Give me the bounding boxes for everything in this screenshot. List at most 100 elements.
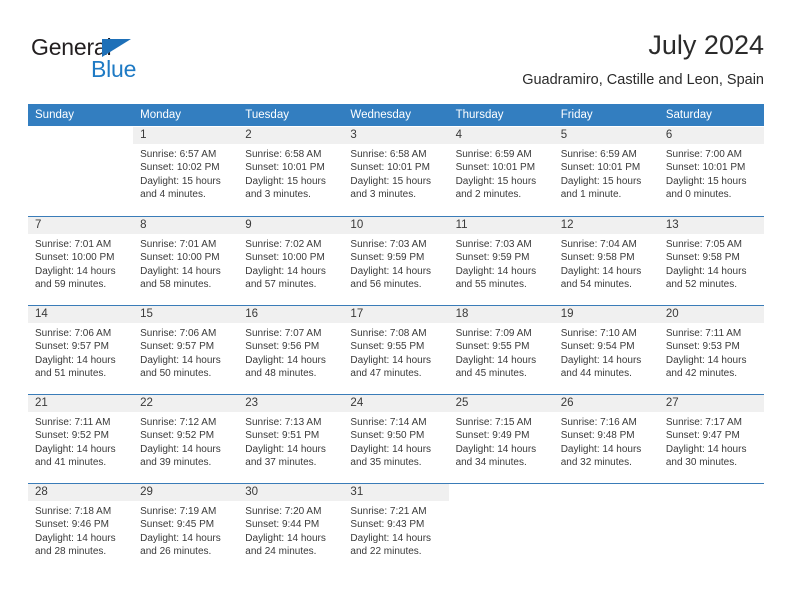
calendar-day-cell[interactable]: 9 Sunrise: 7:02 AM Sunset: 10:00 PM Dayligh… [238,216,344,304]
sunrise-text: Sunrise: 7:03 AM [350,239,427,250]
calendar-day-cell[interactable]: 25 Sunrise: 7:15 AM Sunset: 9:49 PM Dayligh… [448,394,554,482]
day-details: Sunrise: 7:09 AM Sunset: 9:55 PM Daylight:… [449,323,554,381]
calendar-day-cell[interactable]: 31 Sunrise: 7:21 AM Sunset: 9:43 PM Dayligh… [343,483,449,571]
calendar-day-cell[interactable]: 7 Sunrise: 7:01 AM Sunset: 10:00 PM Dayligh… [28,216,134,304]
daylight-text-line2: and 56 minutes. [350,279,422,291]
calendar-day-cell[interactable]: 19 Sunrise: 7:10 AM Sunset: 9:54 PM Dayligh… [553,305,659,393]
calendar-day-cell[interactable]: 8 Sunrise: 7:01 AM Sunset: 10:00 PM Dayligh… [133,216,239,304]
sunrise-text: Sunrise: 7:10 AM [560,328,637,339]
calendar-day-cell[interactable]: 18 Sunrise: 7:09 AM Sunset: 9:55 PM Dayligh… [448,305,554,393]
calendar-day-cell[interactable]: 1 Sunrise: 6:57 AM Sunset: 10:02 PM Dayligh… [133,127,239,215]
daylight-text-line1: Daylight: 14 hours [560,354,642,366]
day-details: Sunrise: 7:20 AM Sunset: 9:44 PM Daylight:… [238,501,343,559]
calendar-header-row: Sunday Monday Tuesday Wednesday Thursday Frid… [28,104,764,127]
daylight-text-line1: Daylight: 15 hours [560,175,642,187]
calendar-day-cell[interactable]: 5 Sunrise: 6:59 AM Sunset: 10:01 PM Dayligh… [553,127,659,215]
calendar-cell-container: 12 Sunrise: 7:04 AM Sunset: 9:58 PM Dayligh… [553,215,659,305]
daylight-text-line2: and 3 minutes. [245,189,311,201]
daylight-text-line2: and 48 minutes. [245,368,317,380]
daylight-text-line1: Daylight: 14 hours [350,443,432,455]
day-number: 1 [133,127,239,144]
calendar-cell-container: 14 Sunrise: 7:06 AM Sunset: 9:57 PM Dayligh… [28,304,134,394]
weekday-header-saturday: Saturday [658,104,764,127]
sunrise-text: Sunrise: 7:11 AM [665,328,742,339]
calendar-day-cell[interactable]: 17 Sunrise: 7:08 AM Sunset: 9:55 PM Dayligh… [343,305,449,393]
day-number: 11 [448,217,554,234]
calendar-day-cell[interactable]: 4 Sunrise: 6:59 AM Sunset: 10:01 PM Dayligh… [448,127,554,215]
daylight-text-line2: and 52 minutes. [665,279,738,291]
calendar-week-row: 21 Sunrise: 7:11 AM Sunset: 9:52 PM Dayligh… [28,393,764,483]
calendar-day-cell[interactable]: 28 Sunrise: 7:18 AM Sunset: 9:46 PM Dayligh… [28,483,134,571]
daylight-text-line1: Daylight: 14 hours [560,265,642,277]
calendar-day-cell-empty [553,483,659,571]
daylight-text-line2: and 55 minutes. [455,279,527,291]
calendar-cell-container [448,482,554,571]
day-number: 3 [343,127,449,144]
calendar-day-cell[interactable]: 10 Sunrise: 7:03 AM Sunset: 9:59 PM Dayligh… [343,216,449,304]
calendar-cell-container: 8 Sunrise: 7:01 AM Sunset: 10:00 PM Dayligh… [133,215,239,305]
calendar-day-cell[interactable]: 15 Sunrise: 7:06 AM Sunset: 9:57 PM Dayligh… [133,305,239,393]
day-number [449,484,554,501]
sunrise-text: Sunrise: 7:00 AM [665,149,742,160]
calendar-day-cell[interactable]: 22 Sunrise: 7:12 AM Sunset: 9:52 PM Dayligh… [133,394,239,482]
calendar-cell-container: 22 Sunrise: 7:12 AM Sunset: 9:52 PM Dayligh… [133,393,239,483]
calendar-day-cell[interactable]: 12 Sunrise: 7:04 AM Sunset: 9:58 PM Dayligh… [553,216,659,304]
calendar-day-cell[interactable]: 23 Sunrise: 7:13 AM Sunset: 9:51 PM Dayligh… [238,394,344,482]
sunrise-text: Sunrise: 7:09 AM [455,328,532,339]
sunset-text: Sunset: 9:50 PM [350,430,425,442]
day-details: Sunrise: 7:03 AM Sunset: 9:59 PM Daylight:… [449,234,554,292]
daylight-text-line1: Daylight: 14 hours [140,265,221,277]
day-number: 30 [238,484,344,501]
sunset-text: Sunset: 9:59 PM [455,252,530,264]
daylight-text-line1: Daylight: 14 hours [245,443,326,455]
day-number: 16 [238,306,344,323]
sunset-text: Sunset: 9:46 PM [35,519,109,531]
calendar-day-cell[interactable]: 11 Sunrise: 7:03 AM Sunset: 9:59 PM Dayligh… [448,216,554,304]
sunset-text: Sunset: 9:57 PM [140,341,215,353]
daylight-text-line1: Daylight: 14 hours [560,443,642,455]
day-number: 15 [133,306,239,323]
calendar-cell-container: 17 Sunrise: 7:08 AM Sunset: 9:55 PM Dayligh… [343,304,449,394]
daylight-text-line1: Daylight: 14 hours [665,443,747,455]
general-blue-logo[interactable]: General Blue [31,34,211,90]
sunrise-text: Sunrise: 7:15 AM [455,417,532,428]
daylight-text-line1: Daylight: 14 hours [665,354,747,366]
calendar-day-cell[interactable]: 27 Sunrise: 7:17 AM Sunset: 9:47 PM Dayligh… [658,394,764,482]
calendar-cell-container: 16 Sunrise: 7:07 AM Sunset: 9:56 PM Dayligh… [238,304,344,394]
calendar-day-cell[interactable]: 20 Sunrise: 7:11 AM Sunset: 9:53 PM Dayligh… [658,305,764,393]
calendar-day-cell[interactable]: 24 Sunrise: 7:14 AM Sunset: 9:50 PM Dayligh… [343,394,449,482]
daylight-text-line2: and 59 minutes. [35,279,107,291]
calendar-day-cell[interactable]: 13 Sunrise: 7:05 AM Sunset: 9:58 PM Dayligh… [658,216,764,304]
calendar-day-cell[interactable]: 26 Sunrise: 7:16 AM Sunset: 9:48 PM Dayligh… [553,394,659,482]
calendar-day-cell[interactable]: 6 Sunrise: 7:00 AM Sunset: 10:01 PM Dayligh… [658,127,764,215]
calendar-day-cell[interactable]: 30 Sunrise: 7:20 AM Sunset: 9:44 PM Dayligh… [238,483,344,571]
daylight-text-line2: and 41 minutes. [35,457,107,469]
sunset-text: Sunset: 9:53 PM [665,341,740,353]
calendar-cell-container: 6 Sunrise: 7:00 AM Sunset: 10:01 PM Dayligh… [658,126,764,216]
sunrise-text: Sunrise: 7:01 AM [35,239,112,250]
day-details: Sunrise: 7:14 AM Sunset: 9:50 PM Daylight:… [343,412,448,470]
calendar-cell-container: 29 Sunrise: 7:19 AM Sunset: 9:45 PM Dayligh… [133,482,239,571]
calendar-day-cell[interactable]: 21 Sunrise: 7:11 AM Sunset: 9:52 PM Dayligh… [28,394,134,482]
calendar-cell-container: 30 Sunrise: 7:20 AM Sunset: 9:44 PM Dayligh… [238,482,344,571]
sunrise-text: Sunrise: 7:04 AM [560,239,637,250]
sunset-text: Sunset: 9:49 PM [455,430,530,442]
day-number: 26 [553,395,659,412]
day-number: 9 [238,217,344,234]
calendar-day-cell[interactable]: 2 Sunrise: 6:58 AM Sunset: 10:01 PM Dayligh… [238,127,344,215]
calendar-day-cell[interactable]: 16 Sunrise: 7:07 AM Sunset: 9:56 PM Dayligh… [238,305,344,393]
calendar-cell-container: 28 Sunrise: 7:18 AM Sunset: 9:46 PM Dayligh… [28,482,134,571]
weekday-header-thursday: Thursday [448,104,554,127]
day-details: Sunrise: 7:13 AM Sunset: 9:51 PM Daylight:… [238,412,343,470]
day-details: Sunrise: 7:12 AM Sunset: 9:52 PM Daylight:… [133,412,238,470]
day-details: Sunrise: 7:06 AM Sunset: 9:57 PM Daylight:… [28,323,133,381]
calendar-day-cell-empty [658,483,764,571]
day-number: 12 [553,217,659,234]
sunset-text: Sunset: 9:48 PM [560,430,635,442]
calendar-day-cell[interactable]: 3 Sunrise: 6:58 AM Sunset: 10:01 PM Dayligh… [343,127,449,215]
calendar-day-cell[interactable]: 14 Sunrise: 7:06 AM Sunset: 9:57 PM Dayligh… [28,305,134,393]
daylight-text-line1: Daylight: 14 hours [350,354,432,366]
day-number: 5 [553,127,659,144]
calendar-day-cell[interactable]: 29 Sunrise: 7:19 AM Sunset: 9:45 PM Dayligh… [133,483,239,571]
day-number: 6 [658,127,764,144]
